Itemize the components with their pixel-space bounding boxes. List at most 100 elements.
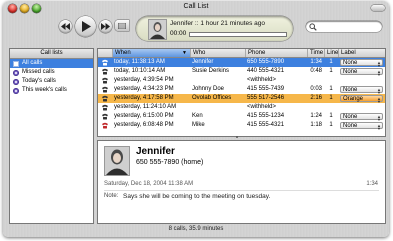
previous-button[interactable] <box>59 20 72 33</box>
table-row[interactable]: yesterday, 11:24:10 AM <withheld> <box>98 103 385 112</box>
outgoing-call-icon <box>102 68 108 75</box>
sidebar-item-label: This week's calls <box>22 87 67 93</box>
label-select[interactable]: Orange ▲ ▼ <box>340 95 383 104</box>
cell-when: yesterday, 11:24:10 AM <box>114 104 177 110</box>
title-bar: Call List <box>3 1 389 15</box>
table-row[interactable]: today, 10:10:14 AM Susie Derkins 440 555-4… <box>98 67 385 77</box>
call-lists-sidebar: Call lists All calls Missed calls Today'… <box>9 48 94 224</box>
play-button[interactable] <box>75 16 96 37</box>
missed-call-icon <box>102 122 108 129</box>
table-row[interactable]: yesterday, 4:34:23 PM Johnny Doe 415 555-7… <box>98 85 385 95</box>
outgoing-call-icon <box>102 104 108 111</box>
cell-time: 1:34 <box>310 59 322 65</box>
cell-who: Mike <box>192 122 205 128</box>
label-select[interactable]: None ▲ ▼ <box>340 122 383 131</box>
label-select[interactable]: None ▲ ▼ <box>340 68 383 77</box>
table-row[interactable]: yesterday, 6:08:48 PM Mike 415 555-4321 1:1… <box>98 121 385 131</box>
cell-line: 1 <box>329 68 333 74</box>
cell-who: Susie Derkins <box>192 68 230 74</box>
table-row[interactable]: yesterday, 4:17:58 PM Ovolab Offices 555 5… <box>98 94 385 104</box>
search-icon <box>309 22 317 31</box>
sidebar-item-this-weeks-calls[interactable]: This week's calls <box>10 86 93 95</box>
toolbar-toggle-button[interactable] <box>371 5 385 11</box>
cell-when: yesterday, 6:08:48 PM <box>114 122 174 128</box>
table-row[interactable]: today, 11:38:13 AM Jennifer 650 555-7890 1:… <box>98 58 385 68</box>
sidebar-item-label: All calls <box>22 60 43 66</box>
contact-phone: 650 555-7890 (home) <box>136 159 204 166</box>
cell-line: 1 <box>329 86 333 92</box>
cell-line <box>324 76 338 85</box>
label-value: Orange <box>343 96 364 102</box>
note-label: Note: <box>104 193 119 199</box>
column-header-line[interactable]: Line <box>324 49 338 57</box>
sidebar-item-all-calls[interactable]: All calls <box>10 59 93 68</box>
cell-when: yesterday, 4:34:23 PM <box>114 86 174 92</box>
outgoing-call-icon <box>102 59 108 66</box>
splitter-handle[interactable] <box>235 136 239 138</box>
cell-time: 0:03 <box>310 86 322 92</box>
incoming-call-icon <box>102 113 108 120</box>
sidebar-item-label: Missed calls <box>22 69 55 75</box>
label-select[interactable]: None ▲ ▼ <box>340 113 383 122</box>
cell-phone: 415 555-4321 <box>247 122 285 128</box>
column-header-icon[interactable] <box>98 49 112 57</box>
cell-time: 0:48 <box>310 68 322 74</box>
label-value: None <box>343 69 358 75</box>
table-header: When ▼ Who Phone Time Line Label <box>98 49 385 58</box>
cell-when: today, 11:38:13 AM <box>114 59 165 65</box>
cell-time: 1:24 <box>310 113 322 119</box>
cell-phone: 415 555-7439 <box>247 86 285 92</box>
incoming-call-icon <box>102 86 108 93</box>
sidebar-item-label: Today's calls <box>22 78 56 84</box>
table-row[interactable]: yesterday, 4:39:54 PM <withheld> <box>98 76 385 85</box>
cell-when: yesterday, 6:15:00 PM <box>114 113 174 119</box>
smart-list-icon <box>13 79 19 85</box>
column-header-label[interactable]: Label <box>338 49 385 57</box>
label-select[interactable]: None ▲ ▼ <box>340 59 383 68</box>
column-header-when[interactable]: When ▼ <box>112 49 190 57</box>
caller-thumbnail <box>148 19 167 40</box>
cell-phone: 650 555-7890 <box>247 59 285 65</box>
column-header-time[interactable]: Time <box>307 49 324 57</box>
search-input[interactable] <box>319 22 377 30</box>
cell-line: 1 <box>329 113 333 119</box>
cell-who: Johnny Doe <box>192 86 225 92</box>
table-body: today, 11:38:13 AM Jennifer 650 555-7890 1:… <box>98 58 385 131</box>
table-row[interactable]: yesterday, 6:15:00 PM Ken 415 555-1234 1:24… <box>98 112 385 122</box>
cell-when: today, 10:10:14 AM <box>114 68 166 74</box>
column-header-phone[interactable]: Phone <box>245 49 307 57</box>
cell-phone: <withheld> <box>247 77 277 83</box>
cell-when: yesterday, 4:39:54 PM <box>114 77 174 83</box>
sidebar-item-todays-calls[interactable]: Today's calls <box>10 77 93 86</box>
next-button[interactable] <box>99 20 112 33</box>
label-value: None <box>343 123 358 129</box>
call-list-window: Call List Jennifer :: 1 hour 21 minutes … <box>3 1 389 237</box>
call-duration: 1:34 <box>366 181 378 187</box>
column-label: When <box>115 50 131 56</box>
cell-line: 1 <box>329 95 333 101</box>
list-view-button[interactable] <box>115 20 129 31</box>
incoming-call-icon <box>102 77 108 84</box>
status-display: Jennifer :: 1 hour 21 minutes ago 00:00 <box>136 16 293 41</box>
call-date: Saturday, Dec 18, 2004 11:38 AM <box>104 181 194 187</box>
sidebar-item-missed-calls[interactable]: Missed calls <box>10 68 93 77</box>
cell-who: Jennifer <box>192 59 214 65</box>
cell-phone: <withheld> <box>247 104 277 110</box>
sort-descending-icon: ▼ <box>182 50 187 56</box>
contact-photo <box>104 146 130 176</box>
contact-name: Jennifer <box>136 146 175 157</box>
playback-progress-bar[interactable] <box>189 32 287 37</box>
note-text[interactable]: Says she will be coming to the meeting o… <box>123 193 270 200</box>
cell-time <box>307 76 324 85</box>
smart-list-icon <box>13 70 19 76</box>
incoming-call-icon <box>102 95 108 102</box>
search-field[interactable] <box>306 21 382 32</box>
cell-phone: 555 517-2546 <box>247 95 285 101</box>
cell-line: 1 <box>329 59 333 65</box>
cell-phone: 415 555-1234 <box>247 113 285 119</box>
label-select[interactable]: None ▲ ▼ <box>340 86 383 95</box>
fast-forward-icon <box>101 23 110 30</box>
label-value: None <box>343 114 358 120</box>
label-value: None <box>343 87 358 93</box>
column-header-who[interactable]: Who <box>190 49 245 57</box>
